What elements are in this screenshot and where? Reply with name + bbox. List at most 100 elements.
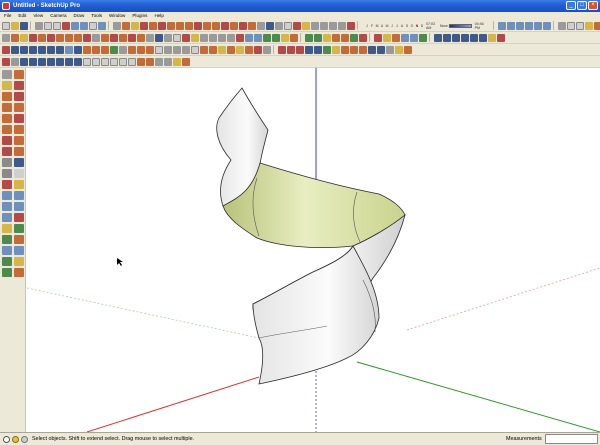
zoom-window-icon[interactable] [227, 33, 235, 42]
dynamic-components-icon[interactable] [278, 45, 286, 54]
curviloft-icon[interactable] [137, 45, 145, 54]
arc-icon[interactable] [176, 21, 184, 30]
get-models-icon[interactable] [2, 246, 12, 255]
outliner-icon[interactable] [263, 45, 271, 54]
follow-me-icon[interactable] [14, 136, 24, 145]
axes-icon[interactable] [2, 180, 12, 189]
grid-7-icon[interactable] [74, 57, 82, 66]
look-around-icon[interactable] [14, 224, 24, 233]
orbit-icon[interactable] [200, 33, 208, 42]
orbit-icon[interactable] [311, 21, 319, 30]
tape-measure-icon[interactable] [257, 21, 265, 30]
measurements-input[interactable] [545, 434, 598, 444]
polygon-icon[interactable] [74, 33, 82, 42]
box-2-icon[interactable] [92, 57, 100, 66]
component-icon[interactable] [14, 70, 24, 79]
rotate-icon[interactable] [2, 136, 12, 145]
wall-icon[interactable] [182, 57, 190, 66]
zoom-icon[interactable] [329, 21, 337, 30]
solid-subtract-icon[interactable] [452, 33, 460, 42]
component-options-icon[interactable] [296, 45, 304, 54]
freehand-icon[interactable] [83, 33, 91, 42]
zoom-icon[interactable] [218, 33, 226, 42]
freehand-icon[interactable] [14, 114, 24, 123]
section-plane-icon[interactable] [14, 235, 24, 244]
dimension-icon[interactable] [14, 158, 24, 167]
menu-camera[interactable]: Camera [50, 12, 66, 20]
outer-shell-icon[interactable] [488, 33, 496, 42]
shadow-month-scale[interactable]: JFMAMJJASOND [365, 24, 424, 28]
follow-me-icon[interactable] [119, 33, 127, 42]
polyline-segment-icon[interactable] [119, 45, 127, 54]
pan-icon[interactable] [320, 21, 328, 30]
maximize-button[interactable]: □ [577, 1, 587, 10]
previous-view-icon[interactable] [245, 33, 253, 42]
select-icon[interactable] [2, 33, 10, 42]
add-detail-icon[interactable] [350, 33, 358, 42]
menu-draw[interactable]: Draw [74, 12, 85, 20]
menu-view[interactable]: View [33, 12, 43, 20]
component-attributes-icon[interactable] [305, 45, 313, 54]
paint-bucket-icon[interactable] [131, 21, 139, 30]
offset-icon[interactable] [248, 21, 256, 30]
uniform-bspline-icon[interactable] [74, 45, 82, 54]
share-model-icon[interactable] [410, 33, 418, 42]
scale-icon[interactable] [128, 33, 136, 42]
copy-icon[interactable] [44, 21, 52, 30]
scale-icon[interactable] [2, 147, 12, 156]
artisan-icon[interactable] [395, 45, 403, 54]
select-icon[interactable] [2, 70, 12, 79]
protractor-icon[interactable] [164, 33, 172, 42]
styles-icon[interactable] [236, 45, 244, 54]
3d-text-icon[interactable] [14, 180, 24, 189]
arc-icon[interactable] [65, 33, 73, 42]
protractor-icon[interactable] [2, 169, 12, 178]
front-view-icon[interactable] [515, 21, 524, 30]
lathe-icon[interactable] [182, 45, 190, 54]
left-view-icon[interactable] [542, 21, 551, 30]
menu-edit[interactable]: Edit [18, 12, 26, 20]
hidden-line-icon[interactable] [575, 21, 584, 30]
walk-icon[interactable] [263, 33, 271, 42]
line-icon[interactable] [158, 21, 166, 30]
axes-icon[interactable] [182, 33, 190, 42]
follow-me-icon[interactable] [230, 21, 238, 30]
back-view-icon[interactable] [533, 21, 542, 30]
offset-icon[interactable] [137, 33, 145, 42]
soften-icon[interactable] [209, 45, 217, 54]
sandbox-scratch-icon[interactable] [314, 33, 322, 42]
save-icon[interactable] [20, 21, 28, 30]
grid-icon[interactable] [20, 57, 28, 66]
shadow-month-5[interactable]: J [390, 24, 394, 28]
text-icon[interactable] [284, 21, 292, 30]
nurbs-icon[interactable] [56, 45, 64, 54]
ruby-console-icon[interactable] [200, 45, 208, 54]
erase-icon[interactable] [62, 21, 70, 30]
position-camera-icon[interactable] [281, 33, 289, 42]
circle-icon[interactable] [167, 21, 175, 30]
undo-icon[interactable] [71, 21, 79, 30]
top-view-icon[interactable] [506, 21, 515, 30]
previous-view-icon[interactable] [2, 213, 12, 222]
grid-5-icon[interactable] [56, 57, 64, 66]
protractor-icon[interactable] [275, 21, 283, 30]
pan-icon[interactable] [209, 33, 217, 42]
layers-icon[interactable] [245, 45, 253, 54]
catmull-icon[interactable] [38, 45, 46, 54]
shadow-month-6[interactable]: J [395, 24, 399, 28]
position-camera-icon[interactable] [2, 224, 12, 233]
new-icon[interactable] [2, 21, 10, 30]
orbit-icon[interactable] [2, 191, 12, 200]
polyline-icon[interactable] [20, 45, 28, 54]
zoom-window-icon[interactable] [14, 202, 24, 211]
roof-icon[interactable] [146, 57, 154, 66]
sweep-icon[interactable] [173, 45, 181, 54]
component-icon[interactable] [11, 33, 19, 42]
crease-icon[interactable] [368, 45, 376, 54]
line-icon[interactable] [14, 92, 24, 101]
polygon-icon[interactable] [185, 21, 193, 30]
plugin-icon[interactable] [497, 33, 505, 42]
shaded-textures-icon[interactable] [593, 21, 600, 30]
rotate-icon[interactable] [110, 33, 118, 42]
drape-icon[interactable] [341, 33, 349, 42]
